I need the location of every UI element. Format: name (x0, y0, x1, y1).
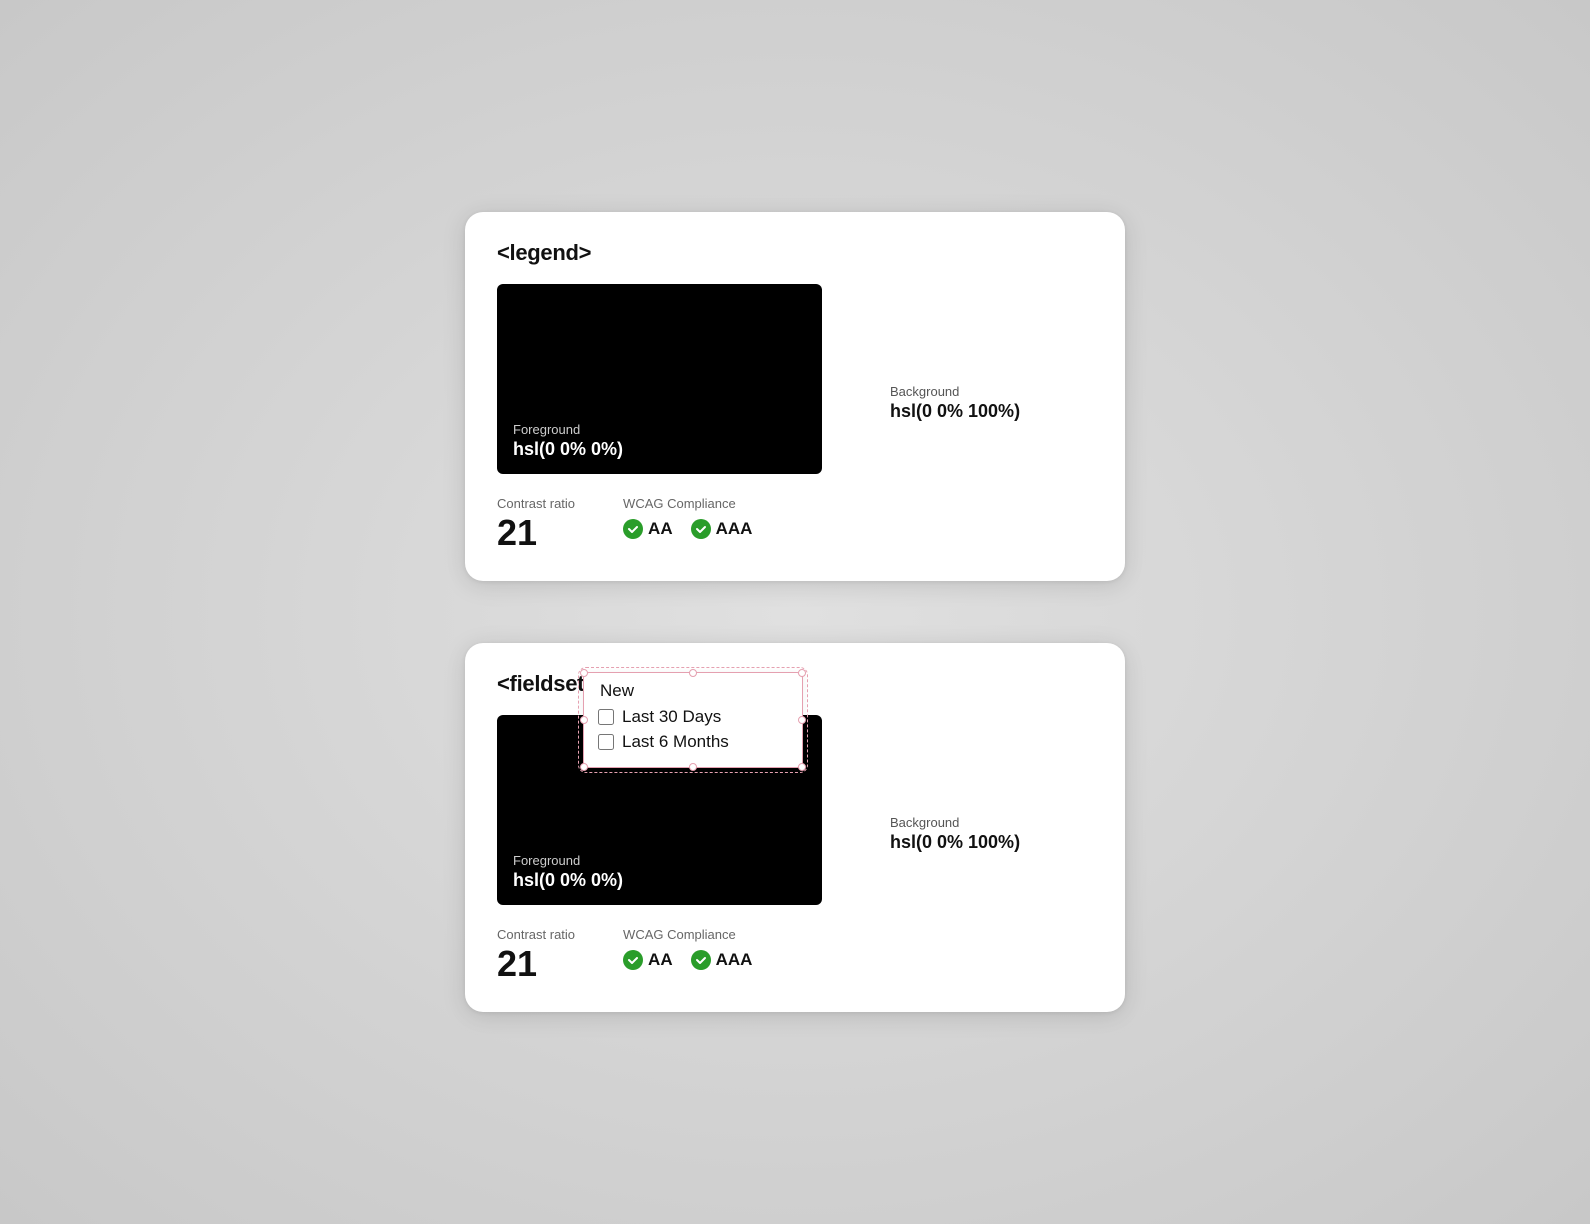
fieldset-background-section: Background hsl(0 0% 100%) (850, 715, 1020, 853)
fieldset-color-labels: Foreground hsl(0 0% 0%) (497, 839, 822, 905)
legend-contrast-value: 21 (497, 513, 575, 553)
legend-preview-row: Foreground hsl(0 0% 0%) Background hsl(0… (497, 284, 1093, 492)
legend-aa-check-icon (623, 519, 643, 539)
legend-foreground-label: Foreground hsl(0 0% 0%) (513, 422, 806, 460)
fieldset-aaa-label: AAA (716, 950, 753, 970)
legend-color-preview: Foreground hsl(0 0% 0%) (497, 284, 822, 474)
fieldset-wcag-label: WCAG Compliance (623, 927, 752, 942)
legend-aaa-check-icon (691, 519, 711, 539)
fieldset-bg-value: hsl(0 0% 100%) (890, 832, 1020, 853)
legend-foreground-value: hsl(0 0% 0%) (513, 439, 806, 460)
handle-top-mid (689, 669, 697, 677)
legend-contrast-block: Contrast ratio 21 (497, 496, 575, 553)
legend-bg-value: hsl(0 0% 100%) (890, 401, 1020, 422)
legend-foreground-title: Foreground (513, 422, 806, 437)
fieldset-aa-label: AA (648, 950, 673, 970)
option-last-30-days-label: Last 30 Days (622, 707, 721, 727)
legend-bg-title: Background (890, 384, 1020, 399)
checkbox-last-6-months[interactable] (598, 734, 614, 750)
legend-contrast-label: Contrast ratio (497, 496, 575, 511)
option-last-6-months[interactable]: Last 6 Months (598, 732, 788, 752)
checkbox-last-30-days[interactable] (598, 709, 614, 725)
dropdown-popup: New Last 30 Days Last 6 Months (583, 672, 803, 768)
legend-wcag-row: AA AAA (623, 519, 752, 539)
fieldset-contrast-value: 21 (497, 944, 575, 984)
fieldset-foreground-title: Foreground (513, 853, 806, 868)
legend-card-title: <legend> (497, 240, 1093, 266)
fieldset-aa-badge: AA (623, 950, 673, 970)
fieldset-foreground-value: hsl(0 0% 0%) (513, 870, 806, 891)
handle-mid-right (798, 716, 806, 724)
legend-card: <legend> Foreground hsl(0 0% 0%) Backgro… (465, 212, 1125, 581)
fieldset-bg-title: Background (890, 815, 1020, 830)
fieldset-aaa-badge: AAA (691, 950, 753, 970)
handle-top-left (580, 669, 588, 677)
legend-metrics-row: Contrast ratio 21 WCAG Compliance AA (497, 496, 1093, 553)
fieldset-metrics-row: Contrast ratio 21 WCAG Compliance AA (497, 927, 1093, 984)
legend-wcag-block: WCAG Compliance AA (623, 496, 752, 539)
fieldset-contrast-label: Contrast ratio (497, 927, 575, 942)
card-gap (465, 581, 1125, 643)
fieldset-background-label: Background hsl(0 0% 100%) (890, 815, 1020, 853)
legend-aa-badge: AA (623, 519, 673, 539)
legend-aaa-badge: AAA (691, 519, 753, 539)
fieldset-contrast-block: Contrast ratio 21 (497, 927, 575, 984)
legend-aaa-label: AAA (716, 519, 753, 539)
legend-wcag-label: WCAG Compliance (623, 496, 752, 511)
fieldset-aa-check-icon (623, 950, 643, 970)
legend-color-labels: Foreground hsl(0 0% 0%) (497, 408, 822, 474)
fieldset-aaa-check-icon (691, 950, 711, 970)
fieldset-foreground-label: Foreground hsl(0 0% 0%) (513, 853, 806, 891)
legend-background-section: Background hsl(0 0% 100%) (850, 284, 1020, 422)
legend-aa-label: AA (648, 519, 673, 539)
fieldset-wcag-row: AA AAA (623, 950, 752, 970)
dropdown-title: New (598, 681, 788, 701)
option-last-6-months-label: Last 6 Months (622, 732, 729, 752)
option-last-30-days[interactable]: Last 30 Days (598, 707, 788, 727)
fieldset-wcag-block: WCAG Compliance AA (623, 927, 752, 970)
legend-background-label: Background hsl(0 0% 100%) (890, 384, 1020, 422)
handle-bottom-mid (689, 763, 697, 771)
handle-mid-left (580, 716, 588, 724)
